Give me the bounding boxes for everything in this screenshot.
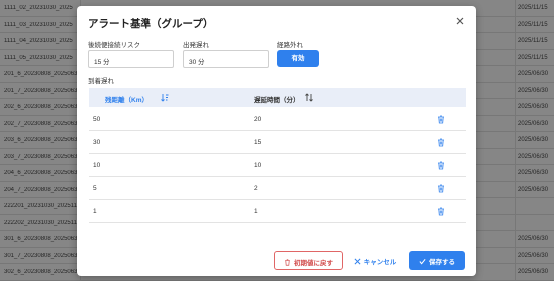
connection-risk-field[interactable]: 15 分 xyxy=(88,50,174,68)
distance-cell[interactable]: 1 xyxy=(93,208,97,215)
departure-delay-label: 出発遅れ xyxy=(183,42,209,49)
departure-delay-field[interactable]: 30 分 xyxy=(183,50,269,68)
cancel-button-label: キャンセル xyxy=(363,259,397,266)
distance-cell[interactable]: 5 xyxy=(93,185,97,192)
delete-row-icon[interactable] xyxy=(437,184,445,193)
delay-cell[interactable]: 10 xyxy=(254,162,261,169)
table-row: 52 xyxy=(89,177,466,200)
delay-cell[interactable]: 15 xyxy=(254,139,261,146)
cancel-button[interactable]: キャンセル xyxy=(349,251,401,270)
connection-risk-label: 後続便接続リスク xyxy=(88,42,140,49)
column-header-delay[interactable]: 遅延時間（分） xyxy=(254,94,300,104)
arrival-delay-label: 到着遅れ xyxy=(88,78,114,85)
reset-to-default-button[interactable]: 初期値に戻す xyxy=(274,251,343,270)
delete-row-icon[interactable] xyxy=(437,115,445,124)
delete-row-icon[interactable] xyxy=(437,161,445,170)
alert-criteria-dialog: アラート基準（グループ） 後続便接続リスク 15 分 出発遅れ 30 分 経路外… xyxy=(77,6,476,276)
trash-icon xyxy=(285,259,290,266)
dialog-title: アラート基準（グループ） xyxy=(88,18,214,30)
sort-desc-icon[interactable] xyxy=(161,93,169,102)
table-header: 残距離（Km） 遅延時間（分） xyxy=(89,88,466,107)
delay-cell[interactable]: 20 xyxy=(254,116,261,123)
distance-cell[interactable]: 50 xyxy=(93,116,100,123)
route-deviation-label: 経路外れ xyxy=(277,42,303,49)
table-row: 10 10 xyxy=(89,154,466,177)
column-header-distance[interactable]: 残距離（Km） xyxy=(105,94,148,104)
delete-row-icon[interactable] xyxy=(437,207,445,216)
save-button[interactable]: 保存する xyxy=(409,251,465,270)
sort-icon[interactable] xyxy=(305,93,313,102)
delete-row-icon[interactable] xyxy=(437,138,445,147)
delay-cell[interactable]: 2 xyxy=(254,185,258,192)
table-row: 50 20 xyxy=(89,108,466,131)
check-icon xyxy=(419,258,426,265)
distance-cell[interactable]: 10 xyxy=(93,162,100,169)
table-row: 11 xyxy=(89,200,466,223)
close-icon[interactable] xyxy=(454,15,466,27)
table-row: 30 15 xyxy=(89,131,466,154)
save-button-label: 保存する xyxy=(429,259,455,266)
route-deviation-toggle-button[interactable]: 有効 xyxy=(277,50,319,67)
close-icon xyxy=(354,258,361,265)
reset-button-label: 初期値に戻す xyxy=(294,260,333,267)
delay-cell[interactable]: 1 xyxy=(254,208,258,215)
distance-cell[interactable]: 30 xyxy=(93,139,100,146)
